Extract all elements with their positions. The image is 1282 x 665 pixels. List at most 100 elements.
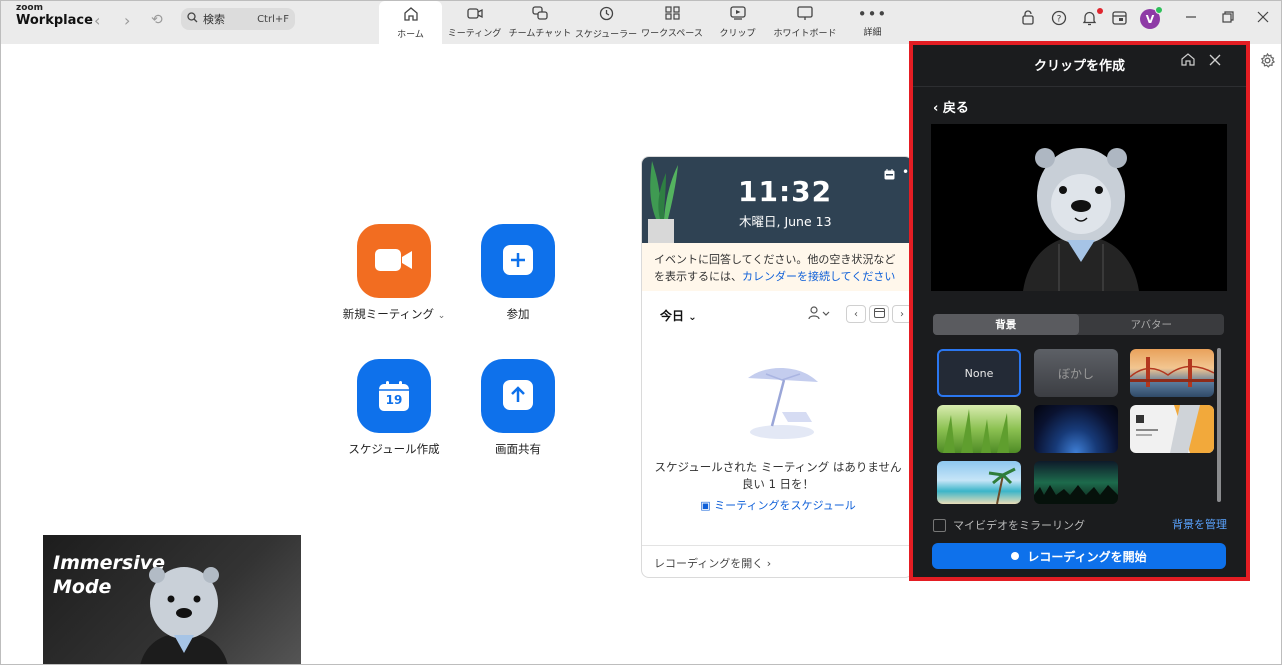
chevron-down-icon: ⌄: [688, 312, 697, 323]
person-filter-icon[interactable]: [808, 306, 830, 323]
create-clip-panel: クリップを作成 ‹ 戻る 背景 アバター None ぼかし マイビデオをミラーリ…: [913, 45, 1246, 577]
background-option-aurora[interactable]: [1034, 461, 1118, 504]
tab-whiteboard[interactable]: ホワイトボード: [770, 1, 840, 44]
calendar-status-icon[interactable]: [1112, 10, 1127, 29]
back-arrow-icon[interactable]: ‹: [94, 11, 100, 30]
search-label: 検索: [203, 13, 225, 26]
tab-clips[interactable]: クリップ: [705, 1, 770, 44]
plant-illustration: [646, 159, 680, 246]
calendar-picker-button[interactable]: [869, 305, 889, 323]
background-option-business-card[interactable]: [1130, 405, 1214, 453]
background-option-none[interactable]: None: [937, 349, 1021, 397]
schedule-meeting-link[interactable]: ▣ ミーティングをスケジュール: [642, 497, 912, 513]
tab-label: クリップ: [719, 29, 756, 39]
otter-avatar-image: [1019, 144, 1144, 291]
notification-badge: [1097, 8, 1103, 14]
video-camera-icon: [374, 247, 414, 276]
mirror-video-checkbox[interactable]: [933, 518, 946, 532]
bg-blur-label: ぼかし: [1057, 366, 1094, 381]
schedule-label[interactable]: スケジュール作成: [339, 441, 449, 457]
forward-arrow-icon[interactable]: ›: [124, 11, 130, 30]
tab-label: ホーム: [397, 29, 424, 40]
search-icon: [187, 12, 198, 26]
start-recording-button[interactable]: レコーディングを開始: [932, 543, 1226, 569]
avatar-initial: V: [1145, 12, 1155, 26]
tab-background[interactable]: 背景: [933, 314, 1079, 335]
tab-label: ミーティング: [447, 28, 502, 39]
video-icon: [466, 7, 483, 23]
tab-more[interactable]: ••• 詳細: [840, 1, 905, 44]
background-option-beach[interactable]: [937, 461, 1021, 504]
camera-preview: [931, 124, 1227, 291]
calendar-small-icon: [873, 307, 885, 321]
clock-time: 11:32: [738, 175, 833, 208]
home-icon[interactable]: [1181, 53, 1195, 70]
share-screen-action[interactable]: 画面共有: [463, 359, 573, 457]
zoom-window: zoom Workplace ‹ › ⟲ 検索 Ctrl+F ホーム ミーティン…: [0, 0, 1282, 665]
close-window-icon[interactable]: [1257, 11, 1269, 27]
svg-text:?: ?: [1057, 15, 1062, 25]
search-box[interactable]: 検索 Ctrl+F: [181, 8, 295, 30]
tab-label: チームチャット: [508, 29, 572, 39]
mirror-video-option[interactable]: マイビデオをミラーリング: [933, 517, 1085, 533]
immersive-mode-preview[interactable]: Immersive Mode: [43, 535, 301, 664]
logo-text-bottom: Workplace: [16, 13, 93, 28]
background-option-grass[interactable]: [937, 405, 1021, 453]
schedule-action[interactable]: 19 スケジュール作成: [339, 359, 449, 457]
join-label[interactable]: 参加: [463, 306, 573, 322]
previous-day-button[interactable]: ‹: [846, 305, 866, 323]
background-option-blur[interactable]: ぼかし: [1034, 349, 1118, 397]
calendar-icon: 19: [378, 380, 410, 412]
background-avatar-toggle[interactable]: 背景 アバター: [933, 314, 1224, 335]
join-action[interactable]: 参加: [463, 224, 573, 322]
background-option-earth[interactable]: [1034, 405, 1118, 453]
history-icon[interactable]: ⟲: [151, 12, 163, 28]
lock-icon[interactable]: [1021, 10, 1035, 29]
chat-icon: [532, 6, 548, 23]
panel-divider: [913, 86, 1246, 87]
share-screen-button[interactable]: [481, 359, 555, 433]
user-avatar[interactable]: V: [1140, 6, 1163, 29]
top-bar: zoom Workplace ‹ › ⟲ 検索 Ctrl+F ホーム ミーティン…: [1, 1, 1281, 44]
tab-team-chat[interactable]: チームチャット: [507, 1, 573, 44]
calendar-add-icon[interactable]: [884, 169, 895, 183]
connect-calendar-link[interactable]: カレンダーを接続してください: [742, 270, 895, 283]
calendar-header: 11:32 木曜日, June 13 ••: [642, 157, 912, 246]
clock-date: 木曜日, June 13: [739, 214, 832, 229]
new-meeting-action[interactable]: 新規ミーティング ⌄: [339, 224, 449, 322]
empty-schedule-message: スケジュールされた ミーティング はありません 良い 1 日を！: [642, 459, 912, 493]
empty-line-2: 良い 1 日を！: [741, 477, 815, 491]
tab-label: ホワイトボード: [773, 29, 837, 39]
chevron-down-icon[interactable]: ⌄: [438, 311, 446, 321]
tab-label: スケジューラー: [574, 29, 638, 40]
schedule-button[interactable]: 19: [357, 359, 431, 433]
tab-scheduler[interactable]: スケジューラー: [573, 1, 639, 44]
background-list-scrollbar[interactable]: [1217, 348, 1221, 502]
zoom-logo: zoom Workplace: [16, 4, 93, 28]
join-button[interactable]: [481, 224, 555, 298]
tab-meetings[interactable]: ミーティング: [442, 1, 507, 44]
notification-bell-icon[interactable]: [1082, 10, 1097, 30]
minimize-icon[interactable]: [1185, 11, 1197, 27]
close-icon[interactable]: [1209, 52, 1221, 70]
open-recordings-link[interactable]: レコーディングを開く ›: [642, 545, 912, 577]
restore-icon[interactable]: [1222, 11, 1234, 27]
search-shortcut: Ctrl+F: [257, 13, 289, 25]
manage-backgrounds-link[interactable]: 背景を管理: [1172, 516, 1227, 532]
tab-home[interactable]: ホーム: [379, 1, 442, 44]
empty-line-1: スケジュールされた ミーティング はありません: [654, 460, 902, 474]
help-icon[interactable]: ?: [1051, 10, 1067, 30]
grid-icon: [664, 6, 680, 23]
calendar-plus-icon: ▣: [700, 499, 711, 512]
tab-workspace[interactable]: ワークスペース: [639, 1, 705, 44]
today-dropdown[interactable]: 今日 ⌄: [660, 307, 697, 324]
calendar-card: 11:32 木曜日, June 13 •• イベントに回答してください。他の空き…: [641, 156, 913, 578]
settings-gear-icon[interactable]: [1260, 52, 1276, 72]
new-meeting-button[interactable]: [357, 224, 431, 298]
share-screen-label[interactable]: 画面共有: [463, 441, 573, 457]
tab-label: ワークスペース: [641, 29, 703, 39]
background-option-golden-gate[interactable]: [1130, 349, 1214, 397]
new-meeting-label[interactable]: 新規ミーティング ⌄: [339, 306, 449, 322]
back-button[interactable]: ‹ 戻る: [933, 97, 969, 116]
tab-avatar[interactable]: アバター: [1079, 314, 1225, 335]
